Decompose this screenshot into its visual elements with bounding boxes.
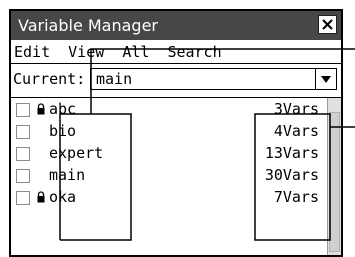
- lock-icon: [37, 191, 45, 203]
- folder-row-bio[interactable]: bio 4Vars: [11, 121, 327, 143]
- current-folder-row: Current: main: [11, 64, 341, 94]
- current-folder-select[interactable]: main: [90, 68, 337, 90]
- window-title: Variable Manager: [18, 16, 158, 35]
- folder-count: 30Vars: [264, 166, 319, 184]
- folder-row-oka[interactable]: oka 7Vars: [11, 187, 327, 209]
- dropdown-arrow-button[interactable]: [315, 69, 336, 89]
- lock-icon: [37, 103, 45, 115]
- variable-manager-window: Variable Manager Edit View All Search Cu…: [9, 9, 343, 257]
- folder-count: 3Vars: [273, 100, 319, 118]
- folder-name: oka: [49, 188, 77, 206]
- current-folder-value: main: [96, 70, 133, 88]
- scrollbar-thumb[interactable]: [329, 112, 340, 252]
- folder-name: expert: [49, 144, 104, 162]
- menu-view[interactable]: View: [68, 40, 104, 64]
- folder-row-main[interactable]: main 30Vars: [11, 165, 327, 187]
- menu-edit[interactable]: Edit: [14, 40, 50, 64]
- folder-count: 4Vars: [273, 122, 319, 140]
- menu-all[interactable]: All: [122, 40, 149, 64]
- row-checkbox[interactable]: [16, 169, 30, 183]
- folder-row-abc[interactable]: abc 3Vars: [11, 99, 327, 121]
- vertical-scrollbar[interactable]: [327, 98, 341, 255]
- row-checkbox[interactable]: [16, 191, 30, 205]
- triangle-down-icon: [321, 75, 331, 83]
- current-label: Current:: [13, 70, 86, 88]
- title-bar: Variable Manager: [11, 11, 341, 40]
- menu-search[interactable]: Search: [167, 40, 221, 64]
- folder-count: 13Vars: [264, 144, 319, 162]
- menu-bar: Edit View All Search: [11, 40, 341, 64]
- variable-folder-list: abc 3Vars bio 4Vars expert 13Vars main 3…: [11, 97, 341, 255]
- close-icon: [322, 19, 333, 30]
- row-checkbox[interactable]: [16, 103, 30, 117]
- folder-name: bio: [49, 122, 77, 140]
- close-button[interactable]: [318, 15, 337, 34]
- folder-name: main: [49, 166, 86, 184]
- folder-row-expert[interactable]: expert 13Vars: [11, 143, 327, 165]
- folder-count: 7Vars: [273, 188, 319, 206]
- folder-name: abc: [49, 100, 77, 118]
- row-checkbox[interactable]: [16, 147, 30, 161]
- row-checkbox[interactable]: [16, 125, 30, 139]
